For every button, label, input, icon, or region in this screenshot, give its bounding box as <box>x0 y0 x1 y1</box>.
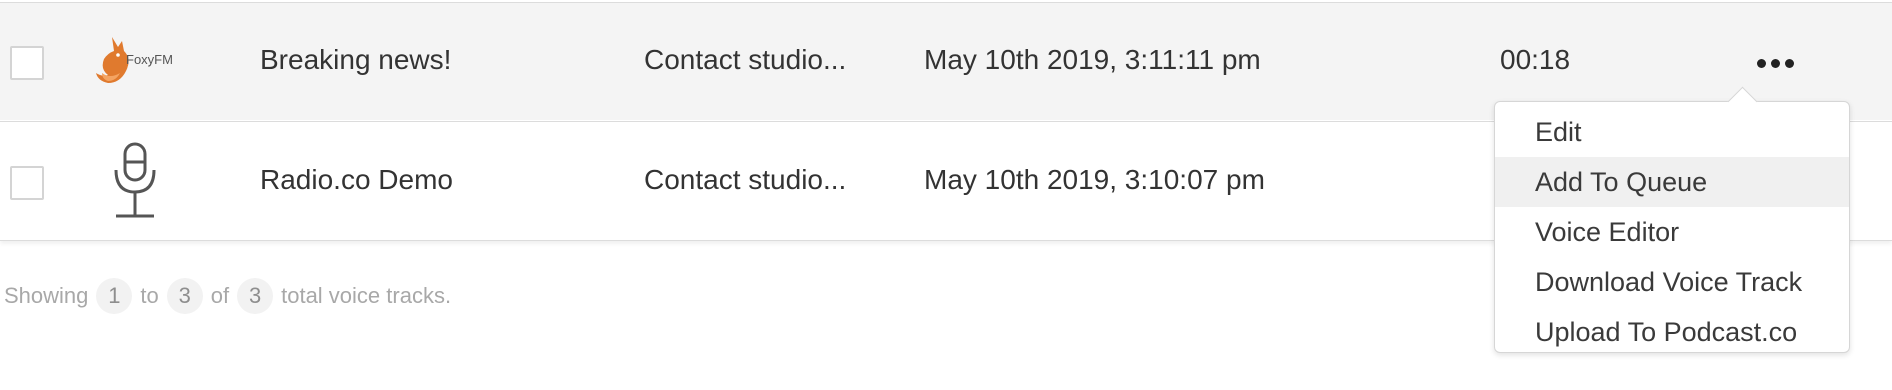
row-checkbox[interactable] <box>10 46 44 80</box>
row-actions-menu: Edit Add To Queue Voice Editor Download … <box>1494 86 1850 353</box>
total-count: 3 <box>237 278 274 314</box>
foxyfm-logo-icon: FoxyFM <box>88 33 184 91</box>
track-title[interactable]: Breaking news! <box>260 44 451 76</box>
track-date: May 10th 2019, 3:11:11 pm <box>924 44 1261 75</box>
menu-item-edit[interactable]: Edit <box>1495 107 1849 157</box>
range-start: 1 <box>96 278 133 314</box>
menu-item-download-voice-track[interactable]: Download Voice Track <box>1495 257 1849 307</box>
microphone-icon <box>110 140 160 222</box>
of-label: of <box>210 283 230 308</box>
track-title[interactable]: Radio.co Demo <box>260 164 453 196</box>
range-end: 3 <box>166 278 203 314</box>
svg-text:FoxyFM: FoxyFM <box>126 52 173 67</box>
track-description: Contact studio... <box>644 44 847 75</box>
track-description: Contact studio... <box>644 164 847 195</box>
pagination-summary: Showing 1 to 3 of 3 total voice tracks. <box>4 278 451 314</box>
menu-item-upload-to-podcast[interactable]: Upload To Podcast.co <box>1495 307 1849 357</box>
showing-label: Showing <box>4 283 89 308</box>
track-duration: 00:18 <box>1500 44 1571 75</box>
total-label: total voice tracks. <box>281 283 452 308</box>
track-date: May 10th 2019, 3:10:07 pm <box>924 164 1265 195</box>
to-label: to <box>140 283 159 308</box>
menu-item-add-to-queue[interactable]: Add To Queue <box>1495 157 1849 207</box>
more-horizontal-icon[interactable] <box>1750 43 1800 83</box>
row-checkbox[interactable] <box>10 166 44 200</box>
menu-item-voice-editor[interactable]: Voice Editor <box>1495 207 1849 257</box>
